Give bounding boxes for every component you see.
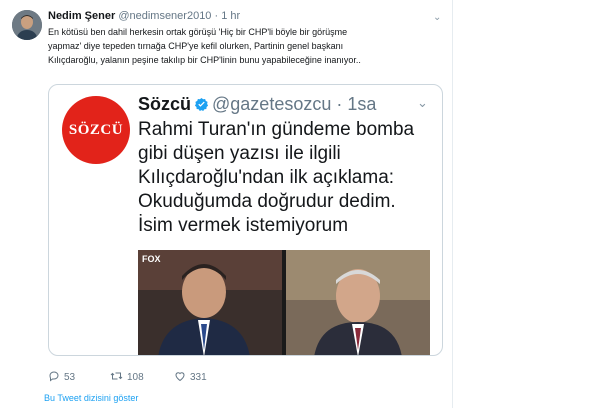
author-avatar[interactable] [12, 10, 42, 40]
quoted-text-line: İsim vermek istemiyorum [138, 215, 349, 236]
tweet-time[interactable]: 1 hr [221, 10, 240, 22]
author-name[interactable]: Nedim Şener [48, 10, 115, 22]
quoted-tweet-text: Rahmi Turan'ın gündeme bomba gibi düşen … [138, 118, 438, 238]
fox-label: FOX [142, 254, 161, 264]
like-button[interactable]: 331 [174, 370, 207, 383]
quoted-author-handle[interactable]: @gazetesozcu [212, 94, 331, 114]
retweet-icon [110, 372, 123, 380]
quoted-text-line: gibi düşen yazısı ile ilgili [138, 143, 341, 164]
right-panel [452, 0, 600, 408]
tweet[interactable]: Nedim Şener @nedimsener2010 · 1 hr ⌄ En … [0, 0, 452, 408]
show-thread-link[interactable]: Bu Tweet dizisini göster [44, 393, 138, 403]
quoted-text-line: Rahmi Turan'ın gündeme bomba [138, 119, 415, 140]
quoted-tweet-time[interactable]: 1sa [347, 94, 376, 114]
chevron-down-icon[interactable]: ⌄ [433, 12, 441, 23]
tweet-text-line: Kılıçdaroğlu, yalanın peşine takılıp bir… [48, 55, 361, 65]
quoted-tweet-header: Sözcü @gazetesozcu · 1sa [138, 93, 376, 115]
chevron-down-icon[interactable]: ⌄ [417, 95, 428, 111]
reply-button[interactable]: 53 [48, 370, 75, 383]
reply-count: 53 [64, 372, 76, 383]
quoted-media-image[interactable]: FOX [138, 250, 430, 355]
retweet-button[interactable]: 108 [110, 370, 144, 383]
retweet-count: 108 [127, 372, 144, 383]
quoted-text-line: Kılıçdaroğlu'ndan ilk açıklama: [138, 167, 395, 188]
tweet-text-line: En kötüsü ben dahil herkesin ortak görüş… [48, 27, 348, 37]
quoted-tweet-card[interactable]: SÖZCÜ Sözcü @gazetesozcu · 1sa ⌄ Rahmi Tu… [48, 84, 443, 356]
author-handle[interactable]: @nedimsener2010 [118, 10, 211, 22]
separator-dot: · [336, 94, 343, 114]
heart-icon [175, 372, 185, 382]
tweet-text-line: yapmaz' diye tepeden tırnağa CHP'ye kefi… [48, 41, 344, 51]
tweet-text: En kötüsü ben dahil herkesin ortak görüş… [48, 25, 440, 67]
quoted-text-line: Okuduğumda doğrudur dedim. [138, 191, 396, 212]
logo-text: SÖZCÜ [68, 121, 124, 138]
verified-badge-icon [194, 97, 209, 111]
like-count: 331 [190, 372, 207, 383]
sozcu-logo[interactable]: SÖZCÜ [62, 96, 130, 164]
quoted-author-name[interactable]: Sözcü [138, 94, 191, 114]
reply-icon [49, 371, 59, 382]
tweet-header: Nedim Şener @nedimsener2010 · 1 hr [48, 10, 240, 22]
separator-dot: · [214, 10, 219, 22]
